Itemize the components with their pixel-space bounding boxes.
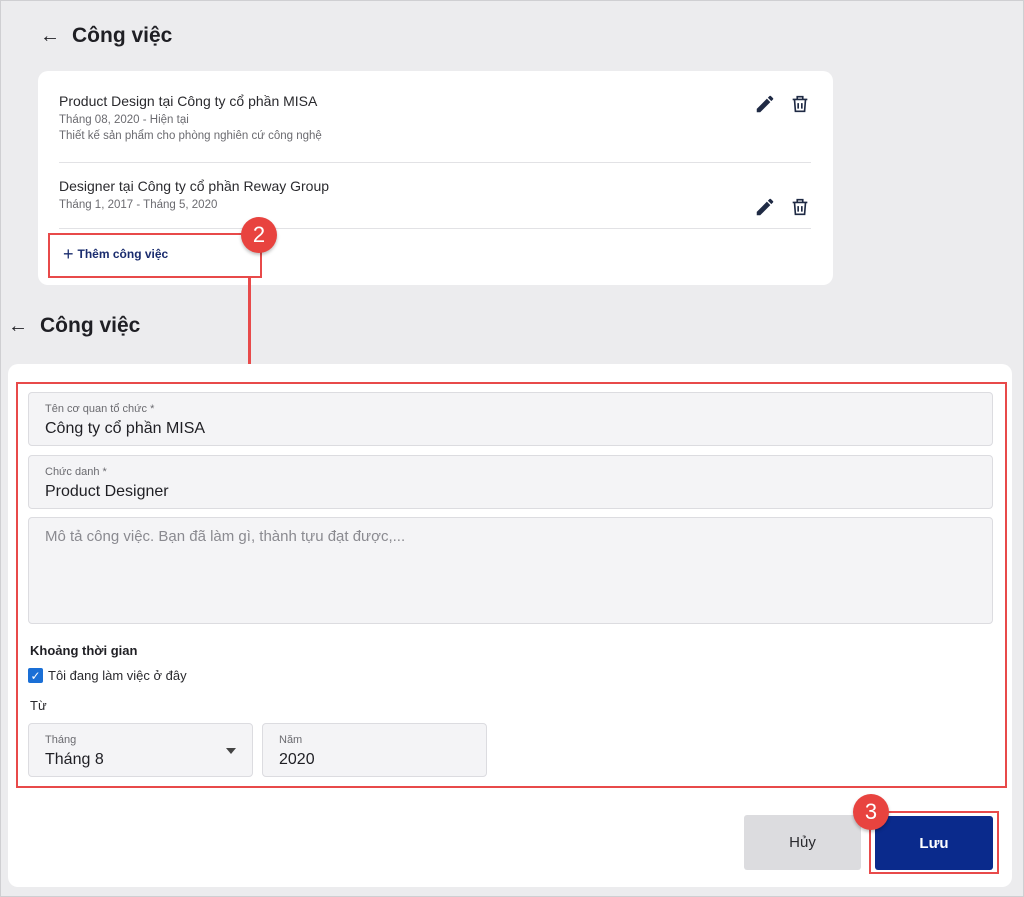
job-description: Thiết kế sản phẩm cho phòng nghiên cứ cô… — [59, 130, 322, 142]
back-arrow-icon[interactable]: ← — [8, 315, 28, 338]
from-label: Từ — [30, 698, 47, 713]
period-label: Khoảng thời gian — [30, 643, 138, 658]
delete-trash-icon[interactable] — [789, 93, 811, 115]
job-period: Tháng 1, 2017 - Tháng 5, 2020 — [59, 199, 218, 211]
step-badge-3: 3 — [853, 794, 889, 830]
dropdown-caret-icon — [226, 748, 236, 754]
current-job-checkbox-row[interactable]: ✓ Tôi đang làm việc ở đây — [28, 668, 187, 683]
organization-value: Công ty cổ phần MISA — [45, 420, 206, 437]
job-item: Designer tại Công ty cổ phần Reway Group… — [59, 178, 811, 211]
form-title: Công việc — [40, 314, 141, 337]
save-button-highlight — [869, 811, 999, 874]
divider — [59, 228, 811, 229]
work-section-header: ← Công việc — [40, 24, 172, 48]
description-placeholder: Mô tả công việc. Bạn đã làm gì, thành tự… — [45, 528, 406, 545]
organization-label: Tên cơ quan tổ chức * — [45, 403, 155, 415]
job-period: Tháng 08, 2020 - Hiện tại — [59, 114, 189, 126]
organization-field[interactable]: Tên cơ quan tổ chức * Công ty cổ phần MI… — [28, 392, 993, 446]
annotation-arrow-line — [248, 278, 251, 366]
job-title: Product Design tại Công ty cổ phần MISA — [59, 93, 318, 109]
position-value: Product Designer — [45, 483, 169, 500]
month-value: Tháng 8 — [45, 751, 104, 768]
current-job-label: Tôi đang làm việc ở đây — [48, 668, 187, 683]
year-label: Năm — [279, 734, 303, 746]
description-textarea[interactable]: Mô tả công việc. Bạn đã làm gì, thành tự… — [28, 517, 993, 624]
back-arrow-icon[interactable]: ← — [40, 25, 60, 48]
job-item: Product Design tại Công ty cổ phần MISA … — [59, 93, 811, 142]
month-label: Tháng — [45, 734, 77, 746]
edit-pencil-icon[interactable] — [754, 196, 776, 218]
form-section-header: ← Công việc — [8, 314, 140, 338]
cancel-button[interactable]: Hủy — [744, 815, 861, 870]
job-title: Designer tại Công ty cổ phần Reway Group — [59, 178, 330, 194]
checkbox-checked-icon[interactable]: ✓ — [28, 668, 43, 683]
delete-trash-icon[interactable] — [789, 196, 811, 218]
step-badge-2: 2 — [241, 217, 277, 253]
add-button-highlight — [48, 233, 262, 278]
edit-pencil-icon[interactable] — [754, 93, 776, 115]
position-label: Chức danh * — [45, 466, 107, 478]
position-field[interactable]: Chức danh * Product Designer — [28, 455, 993, 509]
year-value: 2020 — [279, 751, 315, 768]
page-title: Công việc — [72, 24, 173, 47]
month-select[interactable]: Tháng Tháng 8 — [28, 723, 253, 777]
divider — [59, 162, 811, 163]
year-field[interactable]: Năm 2020 — [262, 723, 487, 777]
